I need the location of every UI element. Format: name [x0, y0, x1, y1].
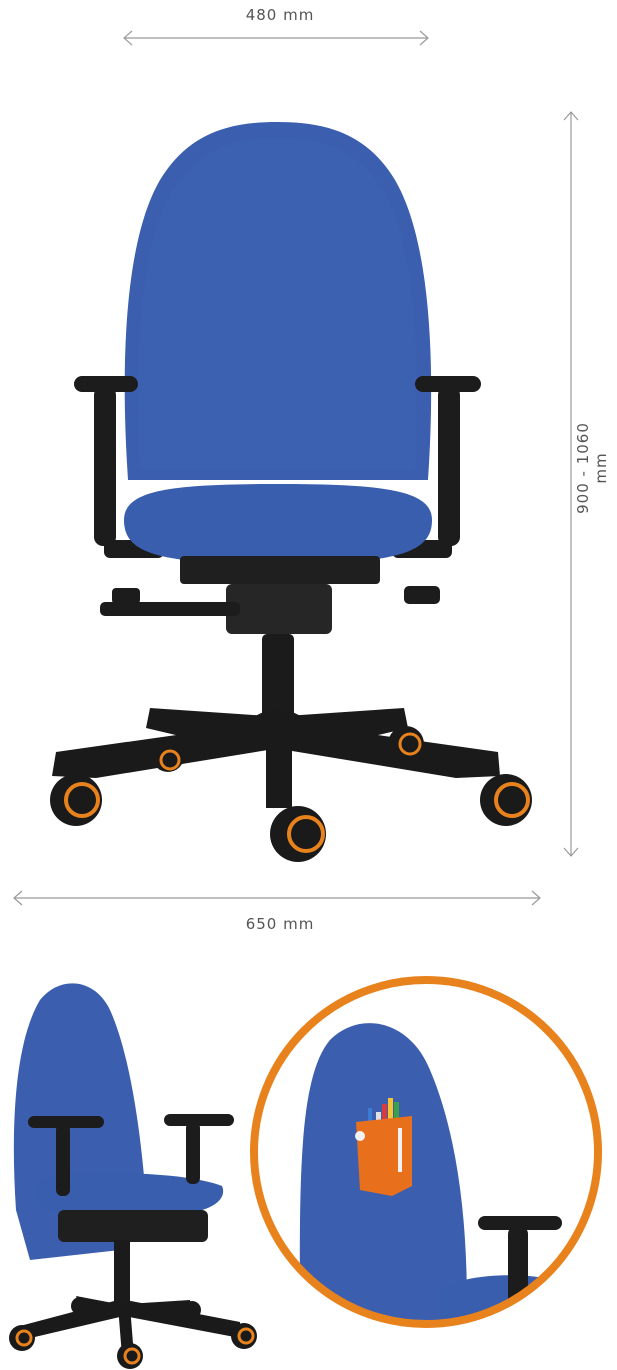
width-dimension-arrow: [123, 30, 429, 46]
front-view-chair: [50, 122, 532, 862]
side-view-chair: [9, 983, 257, 1369]
product-illustration: [9, 30, 602, 1369]
star-base: [52, 708, 500, 808]
depth-dimension-arrow: [13, 890, 541, 906]
seat-cushion: [124, 484, 432, 564]
height-dimension-arrow: [563, 111, 579, 857]
seat-mechanism: [180, 556, 380, 584]
